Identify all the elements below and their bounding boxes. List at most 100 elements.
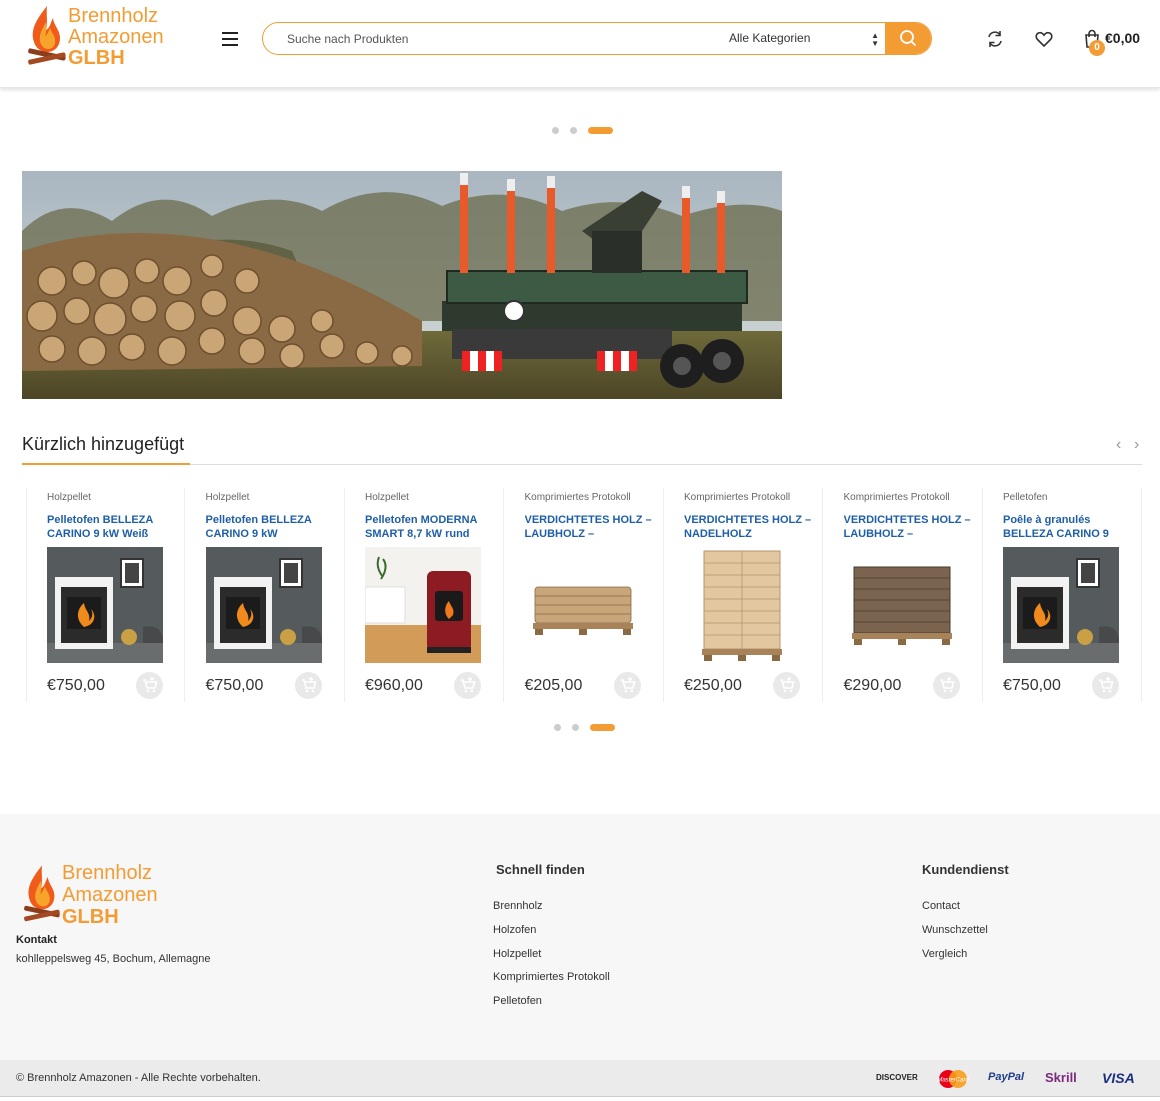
- slider-dot-1[interactable]: [552, 127, 559, 134]
- slider-dot-2[interactable]: [570, 127, 577, 134]
- product-price: €750,00: [205, 677, 264, 694]
- product-image[interactable]: [524, 547, 641, 663]
- footer-link-brennholz[interactable]: Brennholz: [493, 900, 543, 912]
- carousel-next-icon[interactable]: ›: [1134, 436, 1139, 454]
- site-header: Brennholz Amazonen GLBH Alle Kategorien …: [0, 0, 1160, 88]
- product-image[interactable]: [47, 547, 163, 663]
- add-to-cart-icon: [1092, 677, 1119, 703]
- add-to-cart-icon: [295, 677, 322, 703]
- menu-icon[interactable]: [222, 32, 238, 46]
- copyright-text: © Brennholz Amazonen - Alle Rechte vorbe…: [16, 1072, 261, 1084]
- logo-line-2: Amazonen: [68, 26, 164, 48]
- product-category[interactable]: Pelletofen: [1003, 492, 1047, 503]
- add-to-cart-button[interactable]: [1092, 672, 1119, 699]
- contact-title: Kontakt: [16, 934, 57, 946]
- add-to-cart-button[interactable]: [613, 672, 641, 699]
- product-category[interactable]: Holzpellet: [47, 492, 91, 503]
- product-category[interactable]: Komprimiertes Protokoll: [684, 492, 790, 503]
- select-arrows-icon: ▲ ▼: [871, 31, 879, 48]
- product-image[interactable]: [365, 547, 481, 663]
- contact-address: kohlleppelsweg 45, Bochum, Allemagne: [16, 953, 211, 965]
- wishlist-heart-icon[interactable]: [1034, 29, 1054, 49]
- footer-logo-line-3: GLBH: [62, 906, 119, 928]
- add-to-cart-button[interactable]: [454, 672, 481, 699]
- product-title[interactable]: VERDICHTETES HOLZ – LAUBHOLZ –: [844, 513, 982, 541]
- product-category[interactable]: Komprimiertes Protokoll: [525, 492, 631, 503]
- logo-line-1: Brennholz: [68, 5, 159, 27]
- section-divider-accent: [22, 463, 190, 465]
- product-card[interactable]: Pelletofen Poêle à granulés BELLEZA CARIN…: [983, 488, 1142, 702]
- product-category[interactable]: Holzpellet: [206, 492, 250, 503]
- product-dot-3[interactable]: [590, 724, 615, 731]
- product-dot-1[interactable]: [554, 724, 561, 731]
- product-image[interactable]: [843, 547, 960, 663]
- flame-logo-icon: [28, 6, 66, 65]
- add-to-cart-icon: [136, 677, 163, 703]
- product-price: €960,00: [365, 677, 423, 694]
- add-to-cart-button[interactable]: [932, 672, 960, 699]
- product-dot-2[interactable]: [572, 724, 579, 731]
- product-image[interactable]: [1003, 547, 1119, 663]
- cart-total[interactable]: €0,00: [1105, 30, 1140, 46]
- compare-icon[interactable]: [985, 29, 1005, 49]
- site-footer: Brennholz Amazonen GLBH Kontakt kohllepp…: [0, 814, 1160, 1060]
- product-price: €250,00: [684, 677, 742, 694]
- add-to-cart-icon: [614, 677, 641, 703]
- add-to-cart-button[interactable]: [136, 672, 163, 699]
- footer-logo[interactable]: Brennholz Amazonen GLBH: [22, 862, 182, 928]
- product-title[interactable]: Poêle à granulés BELLEZA CARINO 9: [1003, 513, 1141, 541]
- product-card[interactable]: Komprimiertes Protokoll VERDICHTETES HOLZ…: [824, 488, 983, 702]
- product-price: €290,00: [843, 677, 902, 694]
- footer-logo-line-2: Amazonen: [62, 884, 158, 906]
- footer-link-contact[interactable]: Contact: [922, 900, 960, 912]
- add-to-cart-icon: [454, 677, 481, 703]
- product-card[interactable]: Holzpellet Pelletofen BELLEZA CARINO 9 kW…: [26, 488, 185, 702]
- category-select[interactable]: Alle Kategorien ▲ ▼: [721, 23, 887, 54]
- product-title[interactable]: VERDICHTETES HOLZ – NADELHOLZ: [684, 513, 822, 541]
- site-logo[interactable]: Brennholz Amazonen GLBH: [26, 4, 186, 72]
- footer-link-pelletofen[interactable]: Pelletofen: [493, 995, 542, 1007]
- product-card[interactable]: Holzpellet Pelletofen BELLEZA CARINO 9 kW…: [186, 488, 345, 702]
- product-title[interactable]: VERDICHTETES HOLZ – LAUBHOLZ –: [525, 513, 663, 541]
- product-price: €750,00: [47, 677, 105, 694]
- search-input[interactable]: [263, 23, 713, 54]
- add-to-cart-button[interactable]: [294, 672, 322, 699]
- product-image[interactable]: [205, 547, 322, 663]
- visa-logo: VISA: [1102, 1070, 1135, 1086]
- section-title: Kürzlich hinzugefügt: [22, 434, 185, 454]
- product-title[interactable]: Pelletofen MODERNA SMART 8,7 kW rund: [365, 513, 503, 541]
- product-slider-dots: [554, 724, 616, 732]
- product-card[interactable]: Komprimiertes Protokoll VERDICHTETES HOLZ…: [505, 488, 664, 702]
- footer-link-compare[interactable]: Vergleich: [922, 948, 967, 960]
- product-image[interactable]: [684, 547, 800, 663]
- product-price: €750,00: [1003, 677, 1061, 694]
- paypal-logo: PayPal: [988, 1071, 1025, 1083]
- category-select-value: Alle Kategorien: [729, 31, 811, 45]
- footer-link-komprimiertes-protokoll[interactable]: Komprimiertes Protokoll: [493, 971, 610, 983]
- customer-service-title: Kundendienst: [922, 862, 1009, 877]
- product-price: €205,00: [524, 677, 583, 694]
- product-category[interactable]: Komprimiertes Protokoll: [844, 492, 950, 503]
- flame-logo-icon: [24, 865, 60, 922]
- section-divider: [22, 464, 1142, 465]
- product-card[interactable]: Holzpellet Pelletofen MODERNA SMART 8,7 k…: [345, 488, 504, 702]
- search-bar: Alle Kategorien ▲▼: [262, 22, 932, 55]
- search-button[interactable]: [885, 23, 931, 54]
- product-title[interactable]: Pelletofen BELLEZA CARINO 9 kW Weiß: [47, 513, 185, 541]
- product-card[interactable]: Komprimiertes Protokoll VERDICHTETES HOLZ…: [664, 488, 823, 702]
- add-to-cart-button[interactable]: [773, 672, 800, 699]
- slider-dot-3[interactable]: [588, 127, 613, 134]
- footer-link-wishlist[interactable]: Wunschzettel: [922, 924, 988, 936]
- search-icon: [900, 30, 916, 46]
- banner-slider-dots: [552, 127, 614, 135]
- mastercard-label: MasterCard: [937, 1078, 969, 1084]
- footer-link-holzpellet[interactable]: Holzpellet: [493, 948, 541, 960]
- mastercard-logo: MasterCard: [936, 1069, 970, 1089]
- footer-link-holzofen[interactable]: Holzofen: [493, 924, 536, 936]
- add-to-cart-icon: [933, 677, 960, 703]
- product-title[interactable]: Pelletofen BELLEZA CARINO 9 kW: [206, 513, 344, 541]
- footer-bottom-bar: © Brennholz Amazonen - Alle Rechte vorbe…: [0, 1060, 1160, 1097]
- carousel-prev-icon[interactable]: ‹: [1116, 436, 1121, 454]
- product-category[interactable]: Holzpellet: [365, 492, 409, 503]
- hero-banner-image[interactable]: [22, 171, 782, 399]
